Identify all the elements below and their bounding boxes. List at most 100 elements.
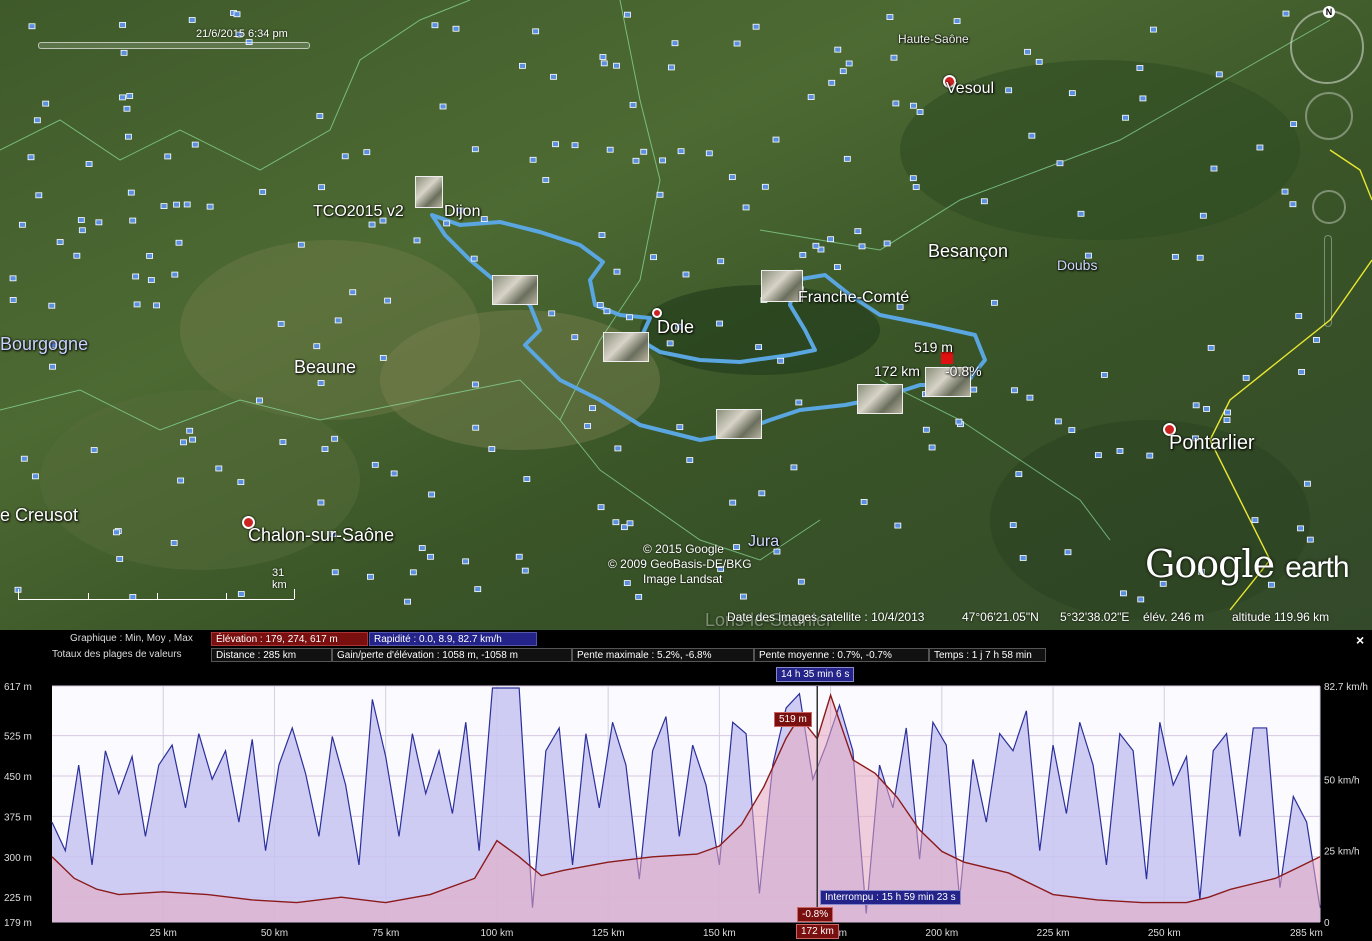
totals-label: Totaux des plages de valeurs xyxy=(52,649,182,660)
elevation-gain-total: Gain/perte d'élévation : 1058 m, -1058 m xyxy=(332,648,572,662)
zoom-slider[interactable] xyxy=(1324,235,1332,327)
marker-slope-label: -0.8% xyxy=(797,907,834,922)
poi-marker-icon xyxy=(1199,212,1207,219)
poi-marker-icon xyxy=(603,308,611,315)
poi-marker-icon xyxy=(632,157,640,164)
elevation-speed-chart[interactable]: 179 m 225 m 300 m 375 m 450 m 525 m 617 m 0 25 k… xyxy=(0,680,1372,941)
poi-marker-icon xyxy=(1011,387,1018,394)
poi-marker-icon xyxy=(1137,596,1145,603)
poi-marker-icon xyxy=(1289,201,1297,208)
poi-marker-icon xyxy=(909,175,917,182)
poi-marker-icon xyxy=(845,60,853,67)
credit-landsat: Image Landsat xyxy=(643,572,723,586)
poi-marker-icon xyxy=(548,310,556,317)
poi-marker-icon xyxy=(9,275,17,282)
poi-marker-icon xyxy=(955,418,963,425)
poi-marker-icon xyxy=(189,436,196,443)
poi-marker-icon xyxy=(912,184,920,190)
time-slider-track[interactable] xyxy=(38,42,310,49)
imagery-date: Date des images satellite : 10/4/2013 xyxy=(727,610,925,624)
x-tick-label: 225 km xyxy=(1037,928,1070,939)
poi-marker-icon xyxy=(1223,417,1231,424)
poi-marker-icon xyxy=(1136,65,1144,71)
poi-marker-icon xyxy=(160,203,168,209)
graph-label: Graphique : Min, Moy , Max xyxy=(70,633,193,644)
poi-marker-icon xyxy=(349,289,357,296)
compass-control[interactable]: N xyxy=(1290,6,1364,84)
poi-marker-icon xyxy=(147,277,155,283)
poi-marker-icon xyxy=(35,192,43,199)
poi-marker-icon xyxy=(728,174,736,181)
poi-marker-icon xyxy=(790,464,798,471)
poi-marker-icon xyxy=(1035,58,1043,65)
y-left-tick-label: 375 m xyxy=(4,812,32,823)
cursor-distance-label: 172 km xyxy=(874,363,920,379)
poi-marker-icon xyxy=(1077,210,1085,217)
poi-marker-icon xyxy=(472,424,480,431)
poi-marker-icon xyxy=(1056,160,1064,167)
poi-marker-icon xyxy=(761,183,769,190)
look-control[interactable] xyxy=(1305,92,1353,140)
move-control[interactable] xyxy=(1312,190,1346,224)
poi-marker-icon xyxy=(1304,480,1311,487)
poi-marker-icon xyxy=(471,146,479,153)
poi-marker-icon xyxy=(1139,95,1147,102)
poi-marker-icon xyxy=(127,189,135,196)
poi-marker-icon xyxy=(797,578,805,585)
close-icon[interactable]: × xyxy=(1356,632,1364,648)
poi-marker-icon xyxy=(129,217,137,224)
marker-time-label: 14 h 35 min 6 s xyxy=(776,667,855,682)
map-view[interactable]: 21/6/2015 6:34 pm Haute-Saône Vesoul TCO… xyxy=(0,0,1372,630)
poi-marker-icon xyxy=(1203,406,1210,412)
cursor-elevation-label: 519 m xyxy=(914,339,953,355)
poi-marker-icon xyxy=(571,142,579,149)
poi-marker-icon xyxy=(860,499,868,505)
poi-marker-icon xyxy=(532,28,540,35)
poi-marker-icon xyxy=(584,423,592,429)
poi-marker-icon xyxy=(334,317,342,324)
poi-marker-icon xyxy=(470,255,478,262)
time-total: Temps : 1 j 7 h 58 min xyxy=(929,648,1046,662)
photo-thumbnail[interactable] xyxy=(415,176,443,208)
poi-marker-icon xyxy=(890,54,898,61)
poi-marker-icon xyxy=(116,556,124,562)
poi-marker-icon xyxy=(119,21,127,28)
poi-marker-icon xyxy=(667,64,675,71)
photo-thumbnail[interactable] xyxy=(761,270,803,302)
poi-marker-icon xyxy=(626,314,633,321)
elevation-series-toggle[interactable]: Élévation : 179, 274, 617 m xyxy=(211,632,368,646)
poi-marker-icon xyxy=(488,446,496,452)
poi-marker-icon xyxy=(742,204,750,211)
poi-marker-icon xyxy=(1298,369,1306,375)
poi-marker-icon xyxy=(729,499,737,506)
poi-marker-icon xyxy=(705,150,713,157)
y-left-tick-label: 179 m xyxy=(4,918,32,929)
poi-marker-icon xyxy=(614,445,622,452)
poi-marker-icon xyxy=(27,154,35,161)
photo-thumbnail[interactable] xyxy=(492,275,538,305)
photo-thumbnail[interactable] xyxy=(603,332,649,362)
marker-pause-label: Interrompu : 15 h 59 min 23 s xyxy=(820,890,961,905)
poi-marker-icon xyxy=(90,447,98,453)
poi-marker-icon xyxy=(206,203,214,210)
distance-total: Distance : 285 km xyxy=(211,648,332,662)
photo-thumbnail[interactable] xyxy=(857,384,903,414)
poi-layer xyxy=(9,10,1320,605)
y-right-tick-label: 0 xyxy=(1324,918,1330,929)
poi-marker-icon xyxy=(1009,522,1017,528)
time-slider[interactable]: 21/6/2015 6:34 pm xyxy=(28,28,318,54)
poi-marker-icon xyxy=(409,569,417,576)
x-tick-label: 75 km xyxy=(372,928,399,939)
poi-marker-icon xyxy=(542,177,550,183)
photo-thumbnail[interactable] xyxy=(716,409,762,439)
label-tour-name: TCO2015 v2 xyxy=(313,203,404,220)
poi-marker-icon xyxy=(180,439,187,446)
poi-marker-icon xyxy=(318,184,326,191)
label-beaune: Beaune xyxy=(294,357,357,377)
speed-series-toggle[interactable]: Rapidité : 0.0, 8.9, 82.7 km/h xyxy=(369,632,537,646)
label-franche-comte: Franche-Comté xyxy=(798,289,910,306)
poi-marker-icon xyxy=(367,573,374,580)
poi-marker-icon xyxy=(640,148,648,155)
poi-marker-icon xyxy=(1019,555,1027,561)
compass-north-icon[interactable]: N xyxy=(1323,6,1335,18)
